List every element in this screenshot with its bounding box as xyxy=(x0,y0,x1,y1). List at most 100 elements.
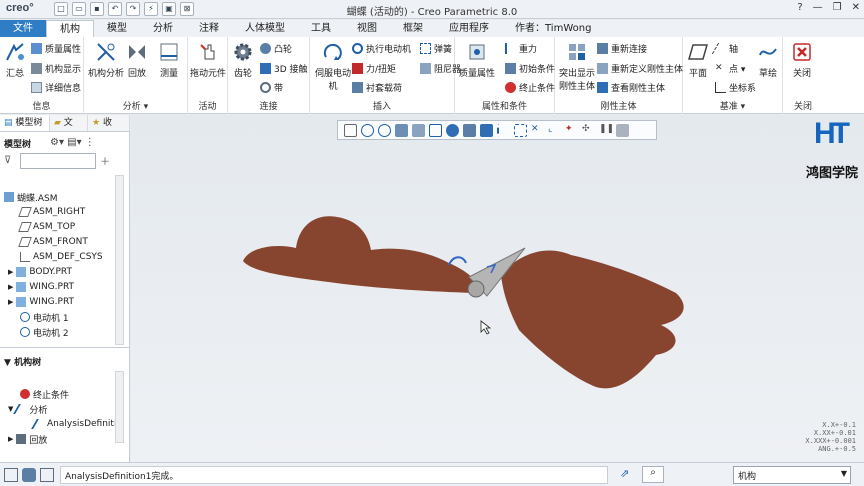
gear-button[interactable]: 齿轮 xyxy=(232,41,254,79)
right-wing[interactable] xyxy=(501,250,684,389)
expand-icon[interactable]: ▶ xyxy=(8,268,13,276)
point-button[interactable]: ✕ 点 ▾ xyxy=(715,62,745,75)
expand-icon[interactable]: ▶ xyxy=(8,298,13,306)
bushing-load-button[interactable]: 衬套载荷 xyxy=(352,81,402,94)
repaint-icon[interactable] xyxy=(395,123,408,137)
belt-button[interactable]: 带 xyxy=(260,81,283,94)
body-head[interactable] xyxy=(467,280,485,298)
expand-icon[interactable]: ▶ xyxy=(8,435,13,443)
measure-button[interactable]: 测量 xyxy=(158,41,180,79)
close-mechanism-button[interactable]: 关闭 xyxy=(791,41,813,79)
servo-motor-button[interactable]: 伺服电动机 xyxy=(314,41,352,92)
datum-display-icon[interactable] xyxy=(497,123,510,137)
tab-mechanism[interactable]: 机构 xyxy=(46,20,94,37)
tab-tools[interactable]: 工具 xyxy=(298,20,344,37)
full-screen-icon[interactable] xyxy=(40,468,54,482)
tree-item-motor-2[interactable]: 电动机 2 xyxy=(20,325,69,339)
stop-animation-icon[interactable] xyxy=(616,123,629,137)
mech-display-button[interactable]: 机构显示 xyxy=(31,62,81,75)
view-manager-icon[interactable] xyxy=(446,123,459,137)
tab-manikin[interactable]: 人体模型 xyxy=(232,20,298,37)
exec-motor-button[interactable]: 执行电动机 xyxy=(352,42,411,55)
browser-icon[interactable] xyxy=(22,468,36,482)
saved-views-icon[interactable] xyxy=(429,123,442,137)
collapse-icon[interactable]: ▼ xyxy=(4,358,11,368)
tab-model-tree[interactable]: ▤ 模型树 xyxy=(0,115,50,131)
tab-favorites[interactable]: ★ 收 xyxy=(88,115,130,131)
tab-applications[interactable]: 应用程序 xyxy=(436,20,502,37)
tree-item-wing-2[interactable]: ▶ WING.PRT xyxy=(8,295,74,309)
mass-props-button[interactable]: 质量属性 xyxy=(457,41,497,79)
tab-model[interactable]: 模型 xyxy=(94,20,140,37)
plane-button[interactable]: 平面 xyxy=(687,41,709,79)
tree-item-motor-1[interactable]: 电动机 1 xyxy=(20,310,69,324)
axis-button[interactable]: 轴 xyxy=(711,42,738,55)
binoculars-icon[interactable]: ⌕ xyxy=(642,466,664,483)
tab-framework[interactable]: 框架 xyxy=(390,20,436,37)
add-icon[interactable]: ＋ xyxy=(100,153,110,168)
sketch-button[interactable]: 草绘 xyxy=(757,41,779,79)
highlight-rigid-button[interactable]: 突出显示刚性主体 xyxy=(559,41,595,92)
maximize-icon[interactable]: ❐ xyxy=(833,2,842,13)
details-button[interactable]: 详细信息 xyxy=(31,81,81,94)
initial-cond-button[interactable]: 初始条件 xyxy=(505,62,555,75)
smart-select-icon[interactable]: ⇗ xyxy=(620,467,634,481)
tree-search-input[interactable] xyxy=(20,153,96,169)
graphics-window[interactable]: HT 鸿图学院 X.X+-0.1 X.XX+-0.01 X.XXX+-0.001… xyxy=(131,115,864,462)
drag-components-button[interactable]: 拖动元件 xyxy=(190,41,226,79)
tree-item-asm-right[interactable]: ASM_RIGHT xyxy=(18,205,85,219)
tree-item-asm-front[interactable]: ASM_FRONT xyxy=(18,235,88,249)
mech-analysis-button[interactable]: 机构分析 xyxy=(88,41,124,79)
collapse-icon[interactable]: ▼ xyxy=(8,405,13,413)
annotation-display-icon[interactable]: ✦ xyxy=(565,124,578,137)
tree-item-asm-def-csys[interactable]: ASM_DEF_CSYS xyxy=(20,250,103,264)
tab-analysis[interactable]: 分析 xyxy=(140,20,186,37)
minimize-icon[interactable]: — xyxy=(813,2,823,13)
point-display-icon[interactable]: ✕ xyxy=(531,124,544,137)
tab-view[interactable]: 视图 xyxy=(344,20,390,37)
playback-button[interactable]: 回放 xyxy=(126,41,148,79)
close-icon[interactable]: ✕ xyxy=(852,2,860,13)
tree-item-asm-top[interactable]: ASM_TOP xyxy=(18,220,75,234)
force-torque-button[interactable]: 力/扭矩 xyxy=(352,62,396,75)
mech-item-playback[interactable]: ▶ 回放 xyxy=(8,432,47,446)
tab-file[interactable]: 文件 xyxy=(0,20,46,37)
mech-item-termination[interactable]: 终止条件 xyxy=(20,387,69,401)
cam-button[interactable]: 凸轮 xyxy=(260,42,292,55)
pause-icon[interactable]: ❚❚ xyxy=(599,124,614,137)
tree-settings-icon[interactable]: ⚙▾ ▤▾ ⋮ xyxy=(50,137,95,148)
spin-center-icon[interactable]: ✣ xyxy=(582,124,595,137)
redefine-rigid-button[interactable]: 重新定义刚性主体 xyxy=(597,62,683,75)
reconnect-button[interactable]: 重新连接 xyxy=(597,42,647,55)
tree-item-root[interactable]: 蝴蝶.ASM xyxy=(4,190,58,204)
mech-item-analysis[interactable]: ▼ 分析 xyxy=(8,402,47,416)
tree-item-body[interactable]: ▶ BODY.PRT xyxy=(8,265,72,279)
termination-button[interactable]: 终止条件 xyxy=(505,81,555,94)
left-wing[interactable] xyxy=(243,216,478,293)
tab-folder[interactable]: ▰ 文 xyxy=(50,115,88,131)
mech-item-analysis-def[interactable]: AnalysisDefiniti xyxy=(31,417,116,431)
filter-icon[interactable]: ⊽ xyxy=(4,155,14,166)
tab-annotate[interactable]: 注释 xyxy=(186,20,232,37)
spring-button[interactable]: 弹簧 xyxy=(420,42,452,55)
csys-button[interactable]: 坐标系 xyxy=(715,81,756,94)
tab-author[interactable]: 作者：TimWong xyxy=(502,20,604,37)
zoom-in-icon[interactable] xyxy=(361,123,374,137)
refit-icon[interactable] xyxy=(344,123,357,137)
model-tree-scrollbar[interactable] xyxy=(115,175,124,345)
gravity-button[interactable]: 重力 xyxy=(505,42,537,55)
summary-button[interactable]: 汇总 xyxy=(4,41,26,79)
mech-tree-scrollbar[interactable] xyxy=(115,371,124,443)
toggle-navigator-icon[interactable] xyxy=(4,468,18,482)
selection-filter-dropdown[interactable]: 机构 ▼ xyxy=(733,466,851,484)
mass-props-info-button[interactable]: 质量属性 xyxy=(31,42,81,55)
section-icon[interactable] xyxy=(480,123,493,137)
zoom-out-icon[interactable] xyxy=(378,123,391,137)
axis-display-icon[interactable] xyxy=(514,123,527,137)
csys-display-icon[interactable]: ⌞ xyxy=(548,124,561,137)
butterfly-model[interactable] xyxy=(131,115,864,462)
expand-icon[interactable]: ▶ xyxy=(8,283,13,291)
help-icon[interactable]: ? xyxy=(797,2,802,13)
perspective-icon[interactable] xyxy=(463,123,476,137)
tree-item-wing-1[interactable]: ▶ WING.PRT xyxy=(8,280,74,294)
